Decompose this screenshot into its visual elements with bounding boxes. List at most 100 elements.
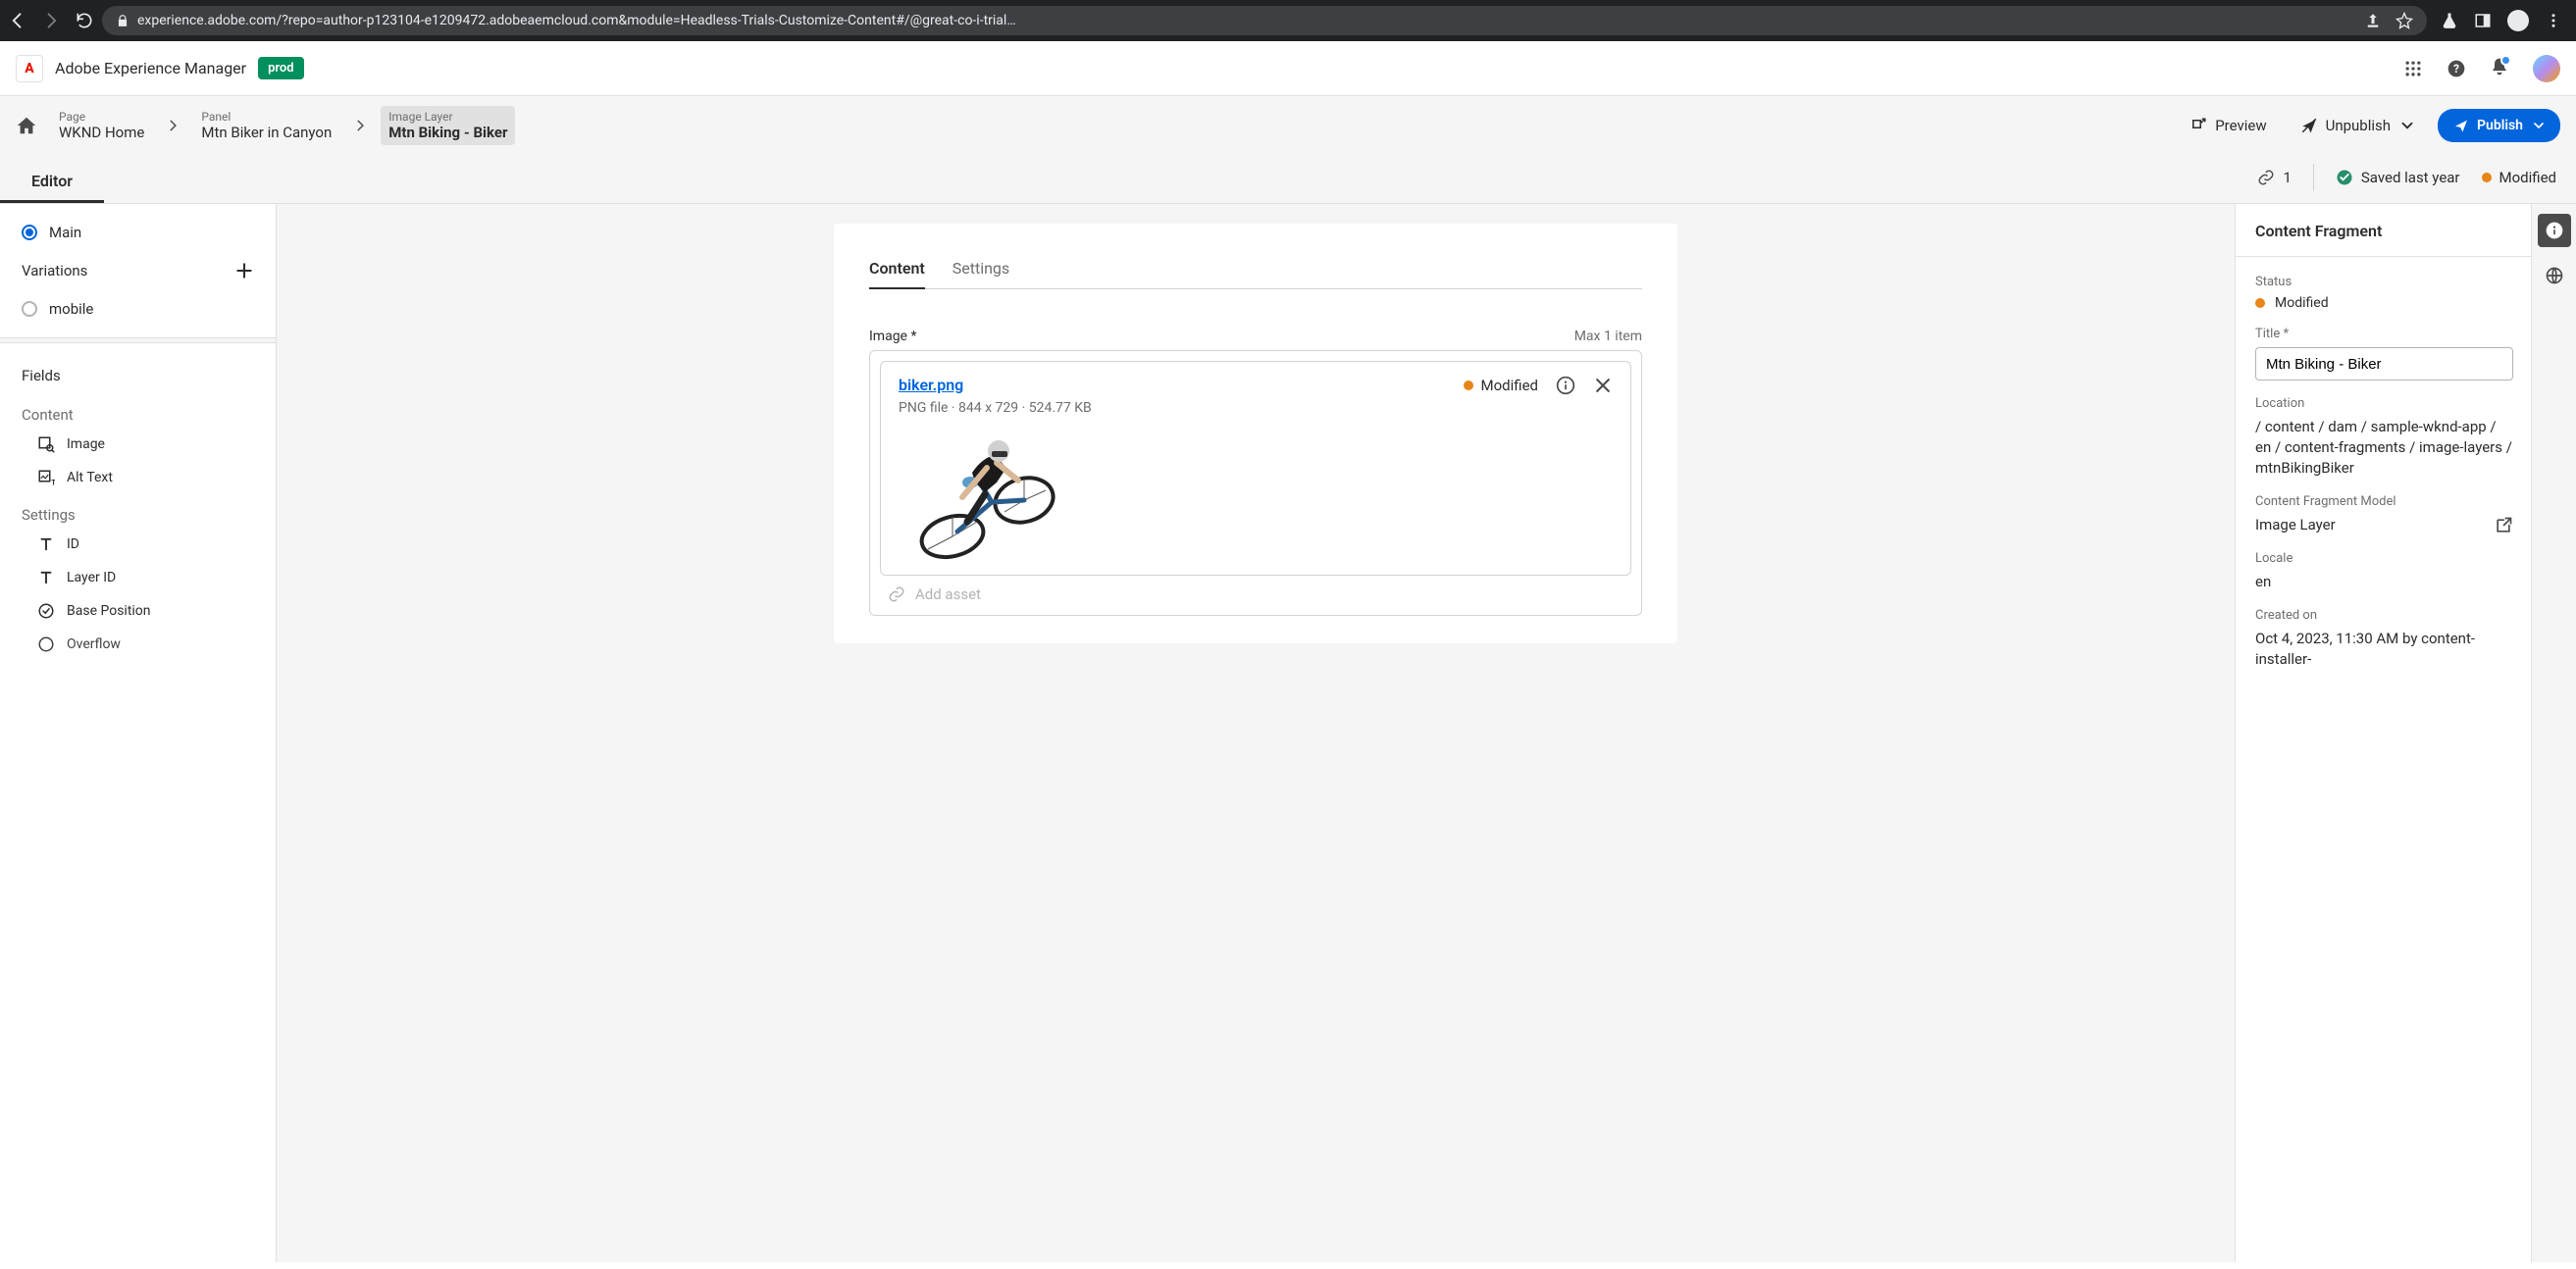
rail-tab-globe[interactable] — [2538, 259, 2571, 292]
user-avatar[interactable] — [2533, 55, 2560, 82]
back-icon[interactable] — [8, 11, 27, 30]
notifications-icon[interactable] — [2490, 57, 2509, 80]
status-dot-icon — [2482, 173, 2492, 182]
close-icon[interactable] — [1593, 376, 1613, 395]
reload-icon[interactable] — [75, 11, 94, 30]
share-icon[interactable] — [2364, 12, 2382, 29]
status-right: 1 Saved last year Modified — [2257, 164, 2556, 203]
field-item-alttext[interactable]: T Alt Text — [0, 461, 276, 494]
radio-icon — [22, 301, 37, 317]
chevron-right-icon — [166, 119, 180, 132]
rail-divider — [2236, 256, 2533, 257]
rail-model-label: Content Fragment Model — [2255, 494, 2396, 509]
rail-created-label: Created on — [2255, 608, 2513, 623]
radio-icon — [22, 225, 37, 240]
asset-dropzone[interactable]: biker.png PNG file · 844 x 729 · 524.77 … — [869, 350, 1642, 616]
rail-title-label: Title * — [2255, 327, 2513, 341]
url-text: experience.adobe.com/?repo=author-p12310… — [137, 13, 2356, 28]
home-icon[interactable] — [16, 115, 37, 136]
sidebar-item-mobile[interactable]: mobile — [0, 290, 276, 328]
rail-location-label: Location — [2255, 396, 2513, 411]
field-item-overflow[interactable]: Overflow — [0, 628, 276, 661]
aem-header-right: ? — [2403, 55, 2560, 82]
apps-icon[interactable] — [2403, 59, 2423, 78]
field-label: ID — [67, 536, 79, 552]
breadcrumb-type: Page — [59, 110, 144, 124]
publish-button[interactable]: Publish — [2438, 109, 2560, 142]
unpublish-button[interactable]: Unpublish — [2289, 111, 2428, 140]
rail-status-label: Status — [2255, 275, 2513, 289]
settings-group-header: Settings — [0, 494, 276, 528]
svg-text:?: ? — [2453, 62, 2459, 76]
field-item-image[interactable]: Image — [0, 428, 276, 461]
references-count: 1 — [2283, 169, 2291, 186]
notification-dot — [2500, 55, 2511, 66]
content-group-header: Content — [0, 394, 276, 428]
field-item-id[interactable]: ID — [0, 528, 276, 561]
sidebar-item-label: Main — [49, 224, 81, 241]
help-icon[interactable]: ? — [2447, 59, 2466, 78]
variations-header: Variations — [0, 251, 276, 290]
image-field-label: Image * — [869, 329, 917, 344]
adobe-logo: A — [16, 55, 43, 82]
open-external-icon[interactable] — [2494, 516, 2513, 535]
add-asset-button[interactable]: Add asset — [880, 576, 1631, 605]
flask-icon[interactable] — [2441, 12, 2458, 29]
lock-icon — [116, 14, 129, 27]
fields-header: Fields — [0, 353, 276, 394]
url-bar[interactable]: experience.adobe.com/?repo=author-p12310… — [102, 6, 2427, 35]
breadcrumb-type: Image Layer — [388, 110, 507, 124]
asset-meta: PNG file · 844 x 729 · 524.77 KB — [899, 400, 1448, 416]
right-rail: Content Fragment Status Modified Title *… — [2235, 204, 2576, 1262]
chevron-right-icon — [353, 119, 367, 132]
breadcrumb-item-current: Image Layer Mtn Biking - Biker — [381, 106, 515, 145]
rail-tab-info[interactable] — [2538, 214, 2571, 247]
editor-card: Content Settings Image * Max 1 item bike… — [834, 224, 1677, 643]
breadcrumb-title: Mtn Biker in Canyon — [201, 124, 332, 141]
field-label: Layer ID — [67, 570, 116, 585]
breadcrumb: Page WKND Home Panel Mtn Biker in Canyon… — [16, 106, 515, 145]
saved-status: Saved last year — [2336, 169, 2460, 186]
info-icon[interactable] — [1556, 376, 1575, 395]
field-label: Image — [67, 436, 105, 452]
breadcrumb-type: Panel — [201, 110, 332, 124]
preview-button[interactable]: Preview — [2178, 111, 2278, 140]
chevron-down-icon — [2398, 117, 2416, 134]
biker-image — [899, 424, 1065, 561]
references-button[interactable]: 1 — [2257, 169, 2291, 186]
inner-tabs: Content Settings — [869, 251, 1642, 289]
fields-label: Fields — [22, 367, 61, 384]
forward-icon[interactable] — [41, 11, 61, 30]
breadcrumb-item-panel[interactable]: Panel Mtn Biker in Canyon — [193, 106, 339, 145]
asset-filename-link[interactable]: biker.png — [899, 376, 1448, 394]
breadcrumb-item-page[interactable]: Page WKND Home — [51, 106, 152, 145]
tab-content[interactable]: Content — [869, 251, 925, 289]
product-name: Adobe Experience Manager — [55, 59, 246, 77]
editor-tabs: Editor — [0, 172, 104, 203]
panel-icon[interactable] — [2474, 12, 2492, 29]
rail-status-value: Modified — [2255, 295, 2513, 311]
browser-nav — [8, 11, 94, 30]
add-icon[interactable] — [234, 261, 254, 280]
star-icon[interactable] — [2396, 12, 2413, 29]
title-input[interactable] — [2255, 347, 2513, 381]
text-icon — [37, 535, 55, 553]
field-label: Base Position — [67, 603, 151, 619]
sidebar-item-main[interactable]: Main — [0, 214, 276, 251]
kebab-icon[interactable] — [2545, 12, 2562, 29]
aem-header: A Adobe Experience Manager prod ? — [0, 41, 2576, 96]
browser-avatar[interactable] — [2507, 10, 2529, 31]
field-item-layerid[interactable]: Layer ID — [0, 561, 276, 594]
field-item-baseposition[interactable]: Base Position — [0, 594, 276, 628]
tab-editor[interactable]: Editor — [0, 172, 104, 203]
tab-settings[interactable]: Settings — [953, 251, 1009, 288]
rail-locale-value: en — [2255, 572, 2513, 592]
image-field: Image * Max 1 item biker.png PNG file · … — [869, 329, 1642, 616]
check-circle-icon — [37, 635, 55, 653]
rail-model-value: Image Layer — [2255, 515, 2396, 535]
main-layout: Main Variations mobile Fields Content Im… — [0, 204, 2576, 1262]
modified-status: Modified — [2482, 169, 2556, 186]
editor-canvas: Content Settings Image * Max 1 item bike… — [277, 204, 2235, 1262]
page-actions: Preview Unpublish Publish — [2178, 109, 2560, 142]
field-label: Overflow — [67, 636, 121, 652]
